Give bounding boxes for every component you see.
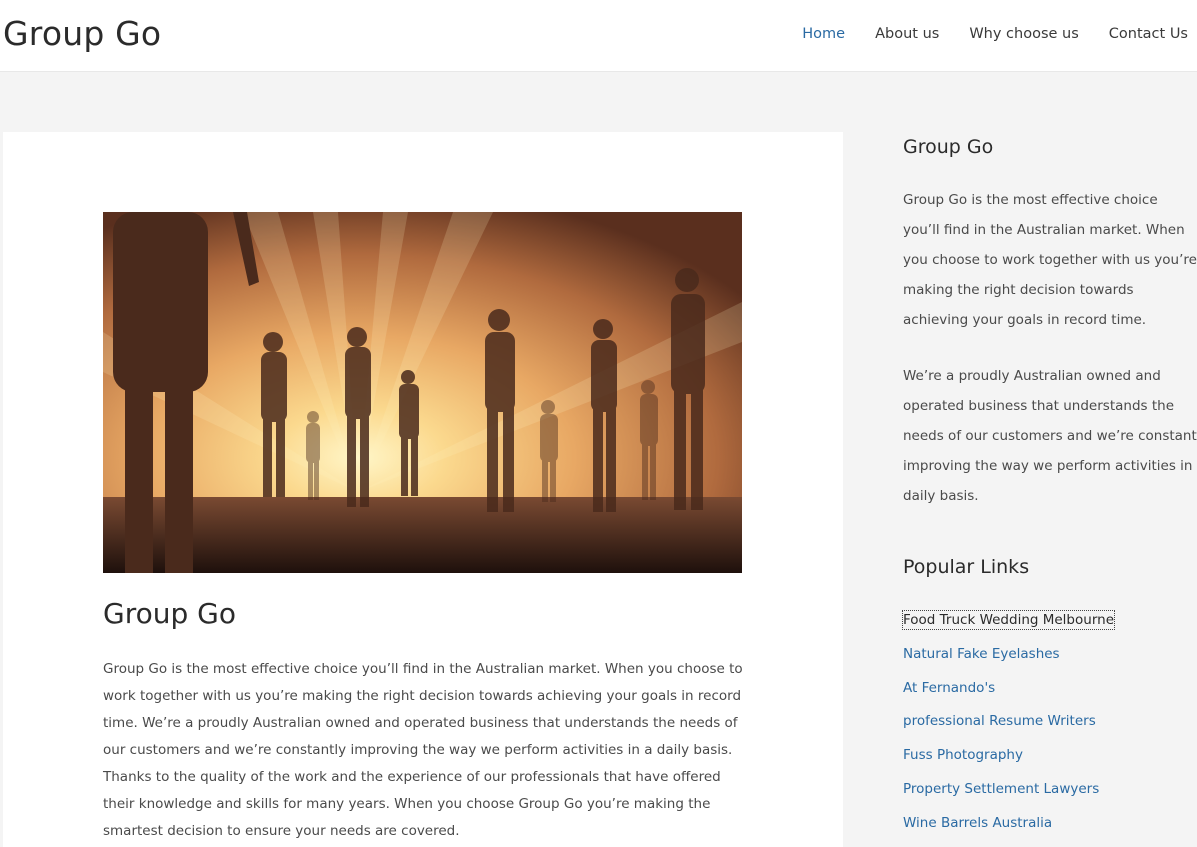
- about-paragraph-2-line: We’re a proudly Australian owned and: [903, 368, 1161, 384]
- main-content: Group Go Group Go is the most effective …: [3, 132, 843, 847]
- list-item: professional Resume Writers: [903, 709, 1114, 743]
- popular-links-title: Popular Links: [903, 556, 1030, 578]
- list-item: Fuss Photography: [903, 743, 1114, 777]
- link-fuss-photography[interactable]: Fuss Photography: [903, 747, 1023, 763]
- about-paragraph-1: Group Go is the most effective choice yo…: [903, 192, 1197, 328]
- hero-image: [103, 212, 742, 573]
- nav-contact-us[interactable]: Contact Us: [1109, 26, 1188, 42]
- nav-about-us[interactable]: About us: [875, 26, 939, 42]
- link-natural-fake-eyelashes[interactable]: Natural Fake Eyelashes: [903, 646, 1060, 662]
- about-paragraph-2-line: improving the way we perform activities …: [903, 458, 1197, 474]
- post-title: Group Go: [103, 597, 236, 630]
- main-nav: Home About us Why choose us Contact Us: [802, 26, 1188, 42]
- site-title[interactable]: Group Go: [3, 14, 161, 53]
- link-food-truck-wedding-melbourne[interactable]: Food Truck Wedding Melbourne: [902, 610, 1115, 630]
- about-paragraph-2-line: daily basis.: [903, 488, 979, 504]
- link-property-settlement-lawyers[interactable]: Property Settlement Lawyers: [903, 781, 1099, 797]
- about-paragraph-2-line: operated business that understands the: [903, 398, 1174, 414]
- popular-links-list: Food Truck Wedding Melbourne Natural Fak…: [902, 608, 1115, 845]
- link-at-fernandos[interactable]: At Fernando's: [903, 680, 995, 696]
- list-item: At Fernando's: [903, 676, 1114, 710]
- about-paragraph-2-line: needs of our customers and we’re constan…: [903, 428, 1197, 444]
- nav-home[interactable]: Home: [802, 26, 845, 42]
- post-body: Group Go is the most effective choice yo…: [103, 661, 743, 839]
- link-wine-barrels-australia[interactable]: Wine Barrels Australia: [903, 815, 1052, 831]
- site-header: Group Go Home About us Why choose us Con…: [0, 0, 1197, 72]
- link-professional-resume-writers[interactable]: professional Resume Writers: [903, 713, 1096, 729]
- about-widget-title: Group Go: [903, 136, 994, 158]
- about-paragraph-2: We’re a proudly Australian owned and ope…: [903, 361, 1197, 511]
- list-item: Wine Barrels Australia: [903, 811, 1114, 845]
- nav-why-choose-us[interactable]: Why choose us: [969, 26, 1078, 42]
- list-item: Natural Fake Eyelashes: [903, 642, 1114, 676]
- list-item: Food Truck Wedding Melbourne: [902, 608, 1115, 642]
- list-item: Property Settlement Lawyers: [903, 777, 1114, 811]
